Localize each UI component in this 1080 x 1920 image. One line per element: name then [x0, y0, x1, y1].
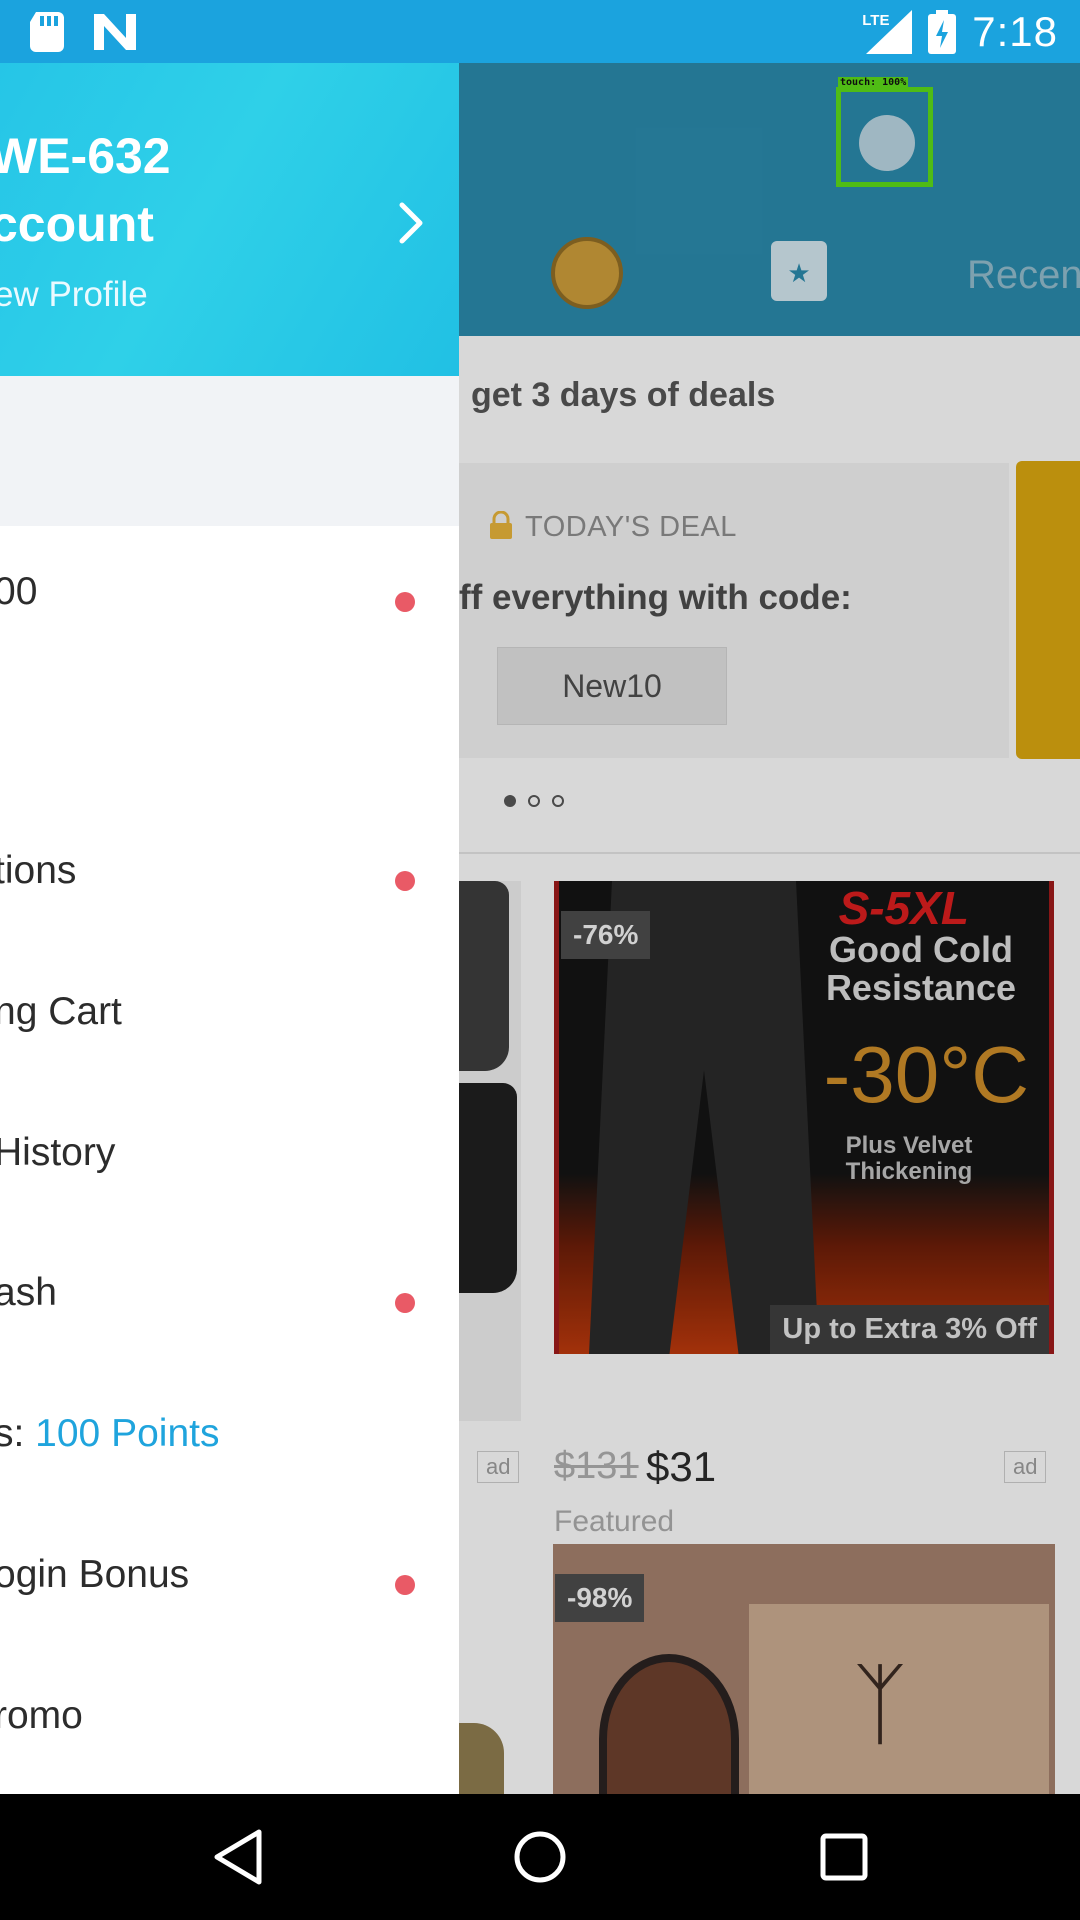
- drawer-item-history[interactable]: History: [0, 1131, 115, 1175]
- status-bar: LTE 7:18: [0, 0, 1080, 63]
- notification-dot: [395, 1293, 415, 1313]
- view-profile-link[interactable]: ew Profile: [0, 275, 148, 315]
- drawer-header[interactable]: WE-632 ccount ew Profile: [0, 63, 459, 376]
- drawer-item-points[interactable]: s: 100 Points: [0, 1412, 219, 1456]
- recents-icon[interactable]: [813, 1826, 875, 1888]
- points-label: s:: [0, 1412, 25, 1455]
- clock: 7:18: [972, 8, 1058, 55]
- signal-icon: LTE: [862, 10, 913, 54]
- sd-card-icon: [30, 12, 64, 52]
- drawer-item-login-bonus[interactable]: ogin Bonus: [0, 1553, 189, 1597]
- home-icon[interactable]: [509, 1826, 571, 1888]
- drawer-item-0[interactable]: 00: [0, 570, 37, 614]
- scrim[interactable]: [459, 63, 1080, 1794]
- account-label: ccount: [0, 196, 154, 252]
- drawer-item-shopping-cart[interactable]: ng Cart: [0, 990, 122, 1034]
- drawer-item-notifications[interactable]: tions: [0, 849, 76, 893]
- account-name: WE-632: [0, 128, 171, 184]
- drawer-item-promo[interactable]: romo: [0, 1694, 83, 1738]
- main-content: touch: 100% ★ Recen get 3 days of deals …: [459, 63, 1080, 1794]
- notification-dot: [395, 1575, 415, 1595]
- drawer-spacer: [0, 376, 459, 526]
- nav-drawer: WE-632 ccount ew Profile 00 tions ng Car…: [0, 63, 459, 1794]
- n-logo-icon: [94, 14, 136, 50]
- notification-dot: [395, 871, 415, 891]
- network-type: LTE: [862, 12, 890, 29]
- notification-dot: [395, 592, 415, 612]
- chevron-right-icon[interactable]: [396, 201, 426, 245]
- drawer-item-cash[interactable]: ash: [0, 1271, 57, 1315]
- back-icon[interactable]: [207, 1826, 269, 1888]
- battery-charging-icon: [928, 10, 957, 54]
- points-value: 100 Points: [35, 1412, 220, 1455]
- navigation-bar: [0, 1794, 1080, 1920]
